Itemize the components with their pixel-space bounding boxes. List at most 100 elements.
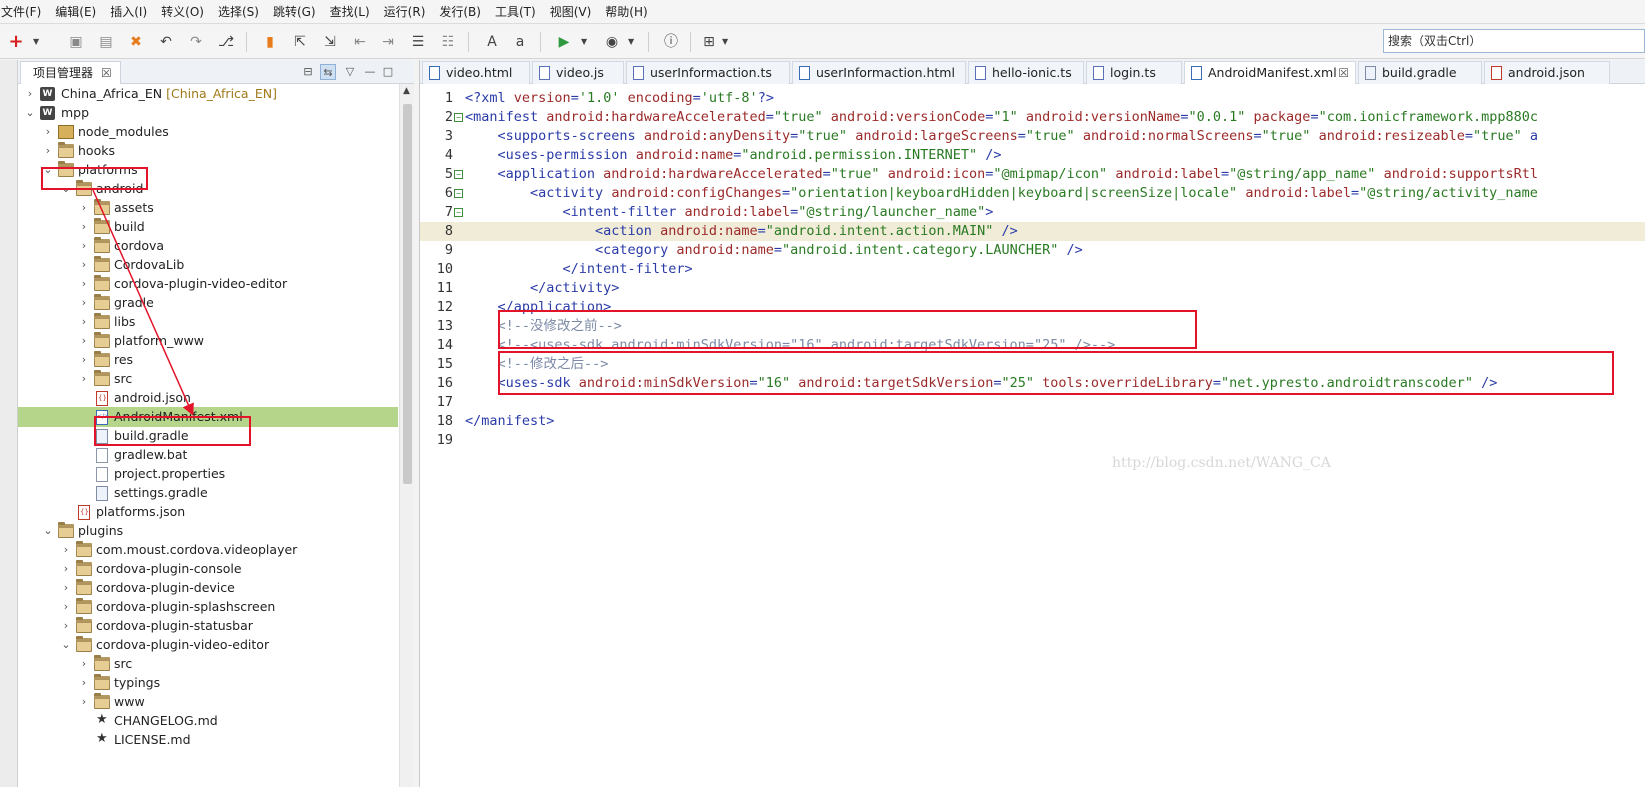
tab-build-gradle[interactable]: build.gradle	[1358, 61, 1482, 84]
code-line[interactable]: 6− <activity android:configChanges="orie…	[420, 184, 1645, 203]
browser-dropdown-icon[interactable]: ▼	[628, 34, 634, 50]
indent-right-icon[interactable]: ⇥	[380, 34, 396, 50]
new-dropdown-icon[interactable]: ▼	[33, 34, 39, 50]
next-bookmark-icon[interactable]: ⇲	[322, 34, 338, 50]
fold-toggle-icon[interactable]: −	[454, 113, 463, 122]
link-editor-icon[interactable]: ⇆	[320, 64, 336, 80]
tree-item[interactable]: › cordova-plugin-console	[18, 559, 398, 579]
tree-item[interactable]: › gradle	[18, 293, 398, 313]
scroll-up-icon[interactable]: ▲	[403, 86, 410, 96]
maximize-icon[interactable]: □	[380, 64, 396, 80]
scrollbar-thumb[interactable]	[403, 104, 412, 484]
tree-item[interactable]: › src	[18, 654, 398, 674]
uncomment-icon[interactable]: ☷	[440, 34, 456, 50]
tree-item[interactable]: android.json	[18, 388, 398, 408]
tree-item[interactable]: › platform_www	[18, 331, 398, 351]
code-line[interactable]: 2− <manifest android:hardwareAccelerated=…	[420, 108, 1645, 127]
tree-item[interactable]: › build	[18, 217, 398, 237]
tree-item[interactable]: › cordova-plugin-statusbar	[18, 616, 398, 636]
tree-item[interactable]: › cordova	[18, 236, 398, 256]
tree-item[interactable]: ⌄ W mpp	[18, 103, 398, 123]
indent-left-icon[interactable]: ⇤	[352, 34, 368, 50]
menu-view[interactable]: 视图(V)	[543, 0, 599, 23]
menu-help[interactable]: 帮助(H)	[598, 0, 654, 23]
tab-userinformaction-html[interactable]: userInformaction.html	[792, 61, 966, 84]
code-editor[interactable]: 1 <?xml version='1.0' encoding='utf-8'?> 2…	[420, 85, 1645, 787]
tab-android-json[interactable]: android.json	[1484, 61, 1610, 84]
tree-item[interactable]: › libs	[18, 312, 398, 332]
tree-item[interactable]: › src	[18, 369, 398, 389]
tree-item[interactable]: › cordova-plugin-splashscreen	[18, 597, 398, 617]
code-line[interactable]: 7− <intent-filter android:label="@string…	[420, 203, 1645, 222]
tree-item[interactable]: › W China_Africa_EN [China_Africa_EN]	[18, 84, 398, 104]
tab-hello-ionic-ts[interactable]: hello-ionic.ts	[968, 61, 1084, 84]
code-line[interactable]: 17	[420, 393, 1645, 412]
tab-androidmanifest-xml[interactable]: AndroidManifest.xml ☒	[1184, 61, 1356, 84]
layout-icon[interactable]: ⊞	[701, 34, 717, 50]
collapse-all-icon[interactable]: ⊟	[300, 64, 316, 80]
tree-item[interactable]: › cordova-plugin-device	[18, 578, 398, 598]
tree-item[interactable]: project.properties	[18, 464, 398, 484]
minimize-icon[interactable]: —	[362, 64, 378, 80]
menu-file[interactable]: 文件(F)	[0, 0, 48, 23]
menu-insert[interactable]: 插入(I)	[103, 0, 154, 23]
tree-item[interactable]: › www	[18, 692, 398, 712]
tree-item[interactable]: › node_modules	[18, 122, 398, 142]
code-line[interactable]: 8 <action android:name="android.intent.a…	[420, 222, 1645, 241]
tab-video-js[interactable]: video.js	[532, 61, 624, 84]
tab-userinformaction-ts[interactable]: userInformaction.ts	[626, 61, 790, 84]
menu-find[interactable]: 查找(L)	[323, 0, 377, 23]
tree-item[interactable]: ★ LICENSE.md	[18, 730, 398, 750]
close-file-icon[interactable]: ✖	[128, 34, 144, 50]
menu-escape[interactable]: 转义(O)	[154, 0, 211, 23]
tree-item[interactable]: › res	[18, 350, 398, 370]
code-line[interactable]: 19	[420, 431, 1645, 450]
search-input[interactable]: 搜索（双击Ctrl）	[1383, 29, 1645, 53]
tree-scrollbar[interactable]: ▲	[399, 84, 414, 787]
tree-item[interactable]: ⌄ cordova-plugin-video-editor	[18, 635, 398, 655]
tree-item[interactable]: › cordova-plugin-video-editor	[18, 274, 398, 294]
code-line[interactable]: 10 </intent-filter>	[420, 260, 1645, 279]
project-manager-tab[interactable]: 项目管理器 ☒	[20, 61, 121, 84]
code-line[interactable]: 9 <category android:name="android.intent…	[420, 241, 1645, 260]
fold-toggle-icon[interactable]: −	[454, 170, 463, 179]
code-line[interactable]: 1 <?xml version='1.0' encoding='utf-8'?>	[420, 89, 1645, 108]
run-dropdown-icon[interactable]: ▼	[581, 34, 587, 50]
tree-item[interactable]: settings.gradle	[18, 483, 398, 503]
tree-item[interactable]: › com.moust.cordova.videoplayer	[18, 540, 398, 560]
tree-item[interactable]: › typings	[18, 673, 398, 693]
save-all-icon[interactable]: ▤	[98, 34, 114, 50]
fold-toggle-icon[interactable]: −	[454, 208, 463, 217]
run-icon[interactable]: ▶	[556, 34, 572, 50]
menu-run[interactable]: 运行(R)	[377, 0, 433, 23]
redo-icon[interactable]: ↷	[188, 34, 204, 50]
tab-video-html[interactable]: video.html	[422, 61, 530, 84]
menu-select[interactable]: 选择(S)	[211, 0, 266, 23]
code-line[interactable]: 4 <uses-permission android:name="android…	[420, 146, 1645, 165]
code-line[interactable]: 11 </activity>	[420, 279, 1645, 298]
tree-item[interactable]: ★ CHANGELOG.md	[18, 711, 398, 731]
new-icon[interactable]: +	[8, 33, 24, 51]
info-icon[interactable]: ⓘ	[663, 34, 679, 50]
font-increase-icon[interactable]: A	[484, 34, 500, 50]
code-line[interactable]: 18 </manifest>	[420, 412, 1645, 431]
undo-icon[interactable]: ↶	[158, 34, 174, 50]
tree-item[interactable]: gradlew.bat	[18, 445, 398, 465]
close-tab-icon[interactable]: ☒	[1338, 62, 1349, 84]
tree-item[interactable]: ⌄ plugins	[18, 521, 398, 541]
code-line[interactable]: 5− <application android:hardwareAccelera…	[420, 165, 1645, 184]
menu-edit[interactable]: 编辑(E)	[48, 0, 103, 23]
comment-icon[interactable]: ☰	[410, 34, 426, 50]
tree-item[interactable]: › hooks	[18, 141, 398, 161]
close-icon[interactable]: ☒	[101, 66, 112, 80]
tree-item[interactable]: › CordovaLib	[18, 255, 398, 275]
browser-icon[interactable]: ◉	[604, 34, 620, 50]
code-line[interactable]: 3 <supports-screens android:anyDensity="…	[420, 127, 1645, 146]
tree-item[interactable]: › assets	[18, 198, 398, 218]
save-icon[interactable]: ▣	[68, 34, 84, 50]
tab-login-ts[interactable]: login.ts	[1086, 61, 1182, 84]
menu-goto[interactable]: 跳转(G)	[266, 0, 323, 23]
tree-item[interactable]: platforms.json	[18, 502, 398, 522]
fold-toggle-icon[interactable]: −	[454, 189, 463, 198]
layout-dropdown-icon[interactable]: ▼	[722, 34, 728, 50]
